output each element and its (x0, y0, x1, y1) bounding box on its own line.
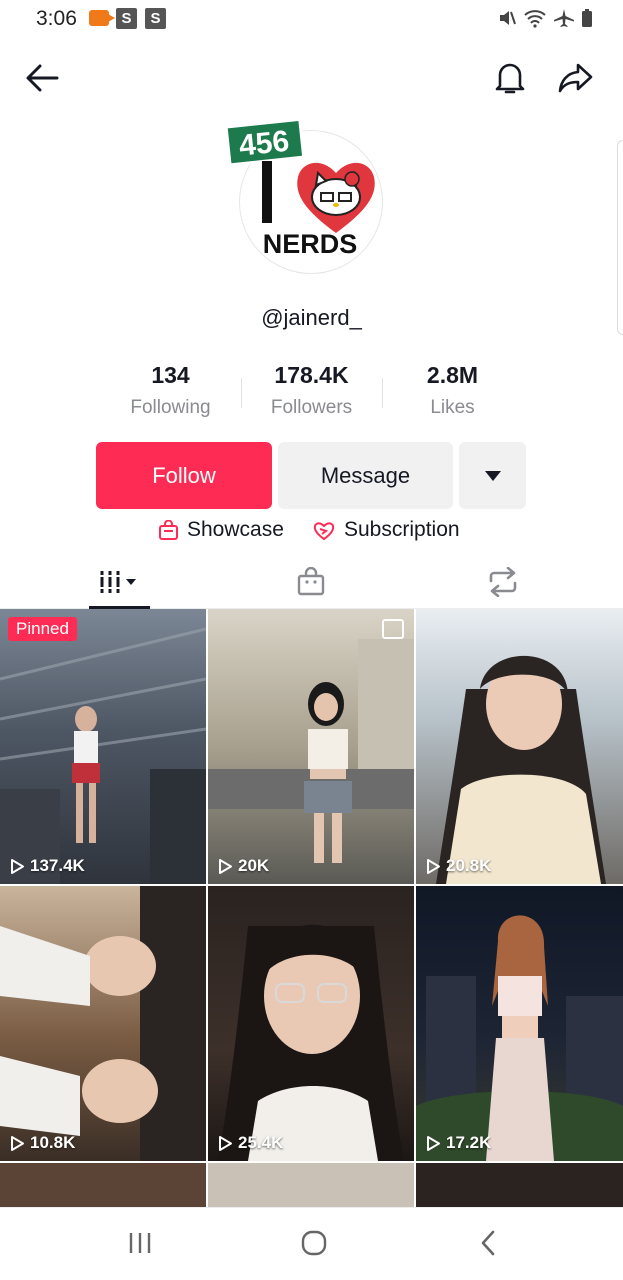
showcase-bag-icon (297, 567, 325, 596)
showcase-link[interactable]: Showcase (158, 518, 284, 542)
chevron-left-icon (481, 1230, 495, 1256)
play-icon (219, 858, 232, 874)
notification-s-icon-2: S (145, 8, 166, 29)
play-icon (11, 858, 24, 874)
system-back-button[interactable] (468, 1226, 508, 1260)
video-views: 10.8K (10, 1133, 75, 1153)
back-arrow-icon (26, 64, 59, 92)
video-views-count: 10.8K (30, 1133, 76, 1152)
share-button[interactable] (554, 56, 598, 100)
video-views-count: 137.4K (30, 856, 85, 875)
video-thumbnail (208, 639, 414, 863)
video-tile[interactable]: 20K (208, 609, 414, 884)
avatar-sign-number: 456 (237, 125, 290, 163)
video-thumbnail (416, 915, 623, 1161)
back-button[interactable] (20, 56, 64, 100)
caret-down-icon (484, 470, 501, 481)
followers-stat[interactable]: 178.4K Followers (241, 362, 382, 426)
video-views: 20K (218, 856, 269, 876)
pinned-badge: Pinned (8, 617, 77, 641)
recent-apps-icon (129, 1233, 151, 1253)
username: @jainerd_ (261, 305, 362, 330)
message-button[interactable]: Message (278, 442, 453, 509)
video-views: 25.4K (218, 1133, 283, 1153)
recent-apps-button[interactable] (120, 1226, 160, 1260)
bell-icon (495, 63, 525, 94)
video-views-count: 20.8K (446, 856, 492, 875)
play-icon (427, 1135, 440, 1151)
subscription-label: Subscription (344, 518, 460, 541)
scroll-indicator (617, 140, 623, 335)
status-time: 3:06 (36, 7, 77, 30)
home-icon (301, 1230, 327, 1256)
shopping-bag-icon (159, 519, 178, 540)
play-icon (219, 1135, 232, 1151)
more-options-button[interactable] (459, 442, 526, 509)
play-icon (11, 1135, 24, 1151)
follow-button[interactable]: Follow (96, 442, 272, 509)
video-thumbnail (218, 924, 404, 1161)
video-tile-partial[interactable] (416, 1163, 623, 1213)
likes-stat[interactable]: 2.8M Likes (382, 362, 523, 426)
battery-icon (582, 9, 592, 27)
video-views: 17.2K (426, 1133, 491, 1153)
followers-label: Followers (270, 397, 353, 418)
following-count: 134 (151, 362, 190, 388)
notifications-button[interactable] (488, 56, 532, 100)
showcase-label: Showcase (187, 518, 284, 541)
following-label: Following (130, 397, 211, 418)
video-tile[interactable]: Pinned 137.4K (0, 609, 206, 884)
system-nav-bar (0, 1207, 623, 1280)
tab-reposts[interactable] (443, 556, 563, 608)
top-nav (0, 50, 623, 106)
video-views: 137.4K (10, 856, 85, 876)
photo-post-icon (382, 619, 404, 639)
content-tabs (0, 556, 623, 609)
avatar-text: NERDS (263, 229, 358, 259)
airplane-mode-icon (554, 9, 574, 27)
video-views: 20.8K (426, 856, 491, 876)
video-views-count: 17.2K (446, 1133, 492, 1152)
tab-videos[interactable] (60, 556, 180, 608)
video-tile-partial[interactable] (208, 1163, 414, 1213)
status-bar: 3:06 S S (0, 0, 623, 40)
videos-grid-icon (98, 571, 136, 593)
avatar-image: 456 NERDS (226, 117, 375, 259)
status-icons (497, 8, 593, 28)
video-tile[interactable]: 25.4K (208, 886, 414, 1161)
likes-label: Likes (430, 397, 475, 418)
screen-record-icon (89, 10, 115, 26)
video-tile-partial[interactable] (0, 1163, 206, 1213)
avatar[interactable]: 456 NERDS (226, 117, 383, 274)
likes-count: 2.8M (426, 362, 479, 388)
repost-icon (489, 567, 517, 597)
mute-icon (500, 11, 516, 25)
subscription-link[interactable]: Subscription (312, 518, 460, 542)
profile-links: Showcase Subscription (0, 518, 623, 550)
profile-stats: 134 Following 178.4K Followers 2.8M Like… (100, 362, 523, 426)
video-tile[interactable]: 20.8K (416, 609, 623, 884)
following-stat[interactable]: 134 Following (100, 362, 241, 426)
video-views-count: 20K (238, 856, 270, 875)
video-thumbnail (0, 886, 206, 1161)
video-tile[interactable]: 10.8K (0, 886, 206, 1161)
notification-s-icon: S (116, 8, 137, 29)
play-icon (427, 858, 440, 874)
home-button[interactable] (294, 1226, 334, 1260)
wifi-icon (524, 10, 546, 28)
video-thumbnail (436, 655, 606, 884)
followers-count: 178.4K (274, 362, 349, 388)
video-tile[interactable]: 17.2K (416, 886, 623, 1161)
tab-showcase[interactable] (251, 556, 371, 608)
share-arrow-icon (558, 63, 593, 93)
video-thumbnail (0, 627, 206, 884)
subscription-icon (313, 521, 335, 540)
video-views-count: 25.4K (238, 1133, 284, 1152)
